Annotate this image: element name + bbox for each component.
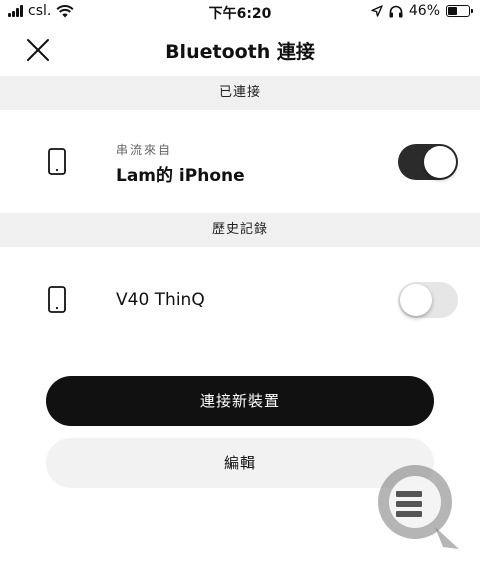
toggle-knob xyxy=(424,146,456,178)
phone-icon xyxy=(48,148,66,175)
connection-toggle[interactable] xyxy=(398,144,458,180)
connect-new-device-button[interactable]: 連接新裝置 xyxy=(46,376,434,426)
status-bar: csl. 下午6:20 46% xyxy=(0,0,480,24)
battery-percent: 46% xyxy=(408,3,440,19)
connection-toggle[interactable] xyxy=(398,282,458,318)
device-name: V40 ThinQ xyxy=(116,290,205,310)
location-arrow-icon xyxy=(371,5,383,17)
chat-bubble-icon[interactable] xyxy=(373,455,463,555)
headphones-icon xyxy=(389,5,403,17)
device-row-history[interactable]: V40 ThinQ xyxy=(0,260,480,340)
toggle-knob xyxy=(400,284,432,316)
header: Bluetooth 連接 xyxy=(0,24,480,76)
phone-icon xyxy=(48,286,66,313)
battery-level-fill xyxy=(448,7,457,15)
battery-icon xyxy=(446,5,473,17)
device-subtitle: 串流來自 xyxy=(116,143,173,157)
device-row-connected[interactable]: 串流來自 Lam的 iPhone xyxy=(0,122,480,202)
section-header-history: 歷史記錄 xyxy=(0,213,480,247)
page-title: Bluetooth 連接 xyxy=(165,41,315,63)
section-header-connected: 已連接 xyxy=(0,76,480,110)
device-name: Lam的 iPhone xyxy=(116,166,245,186)
status-right: 46% xyxy=(371,3,473,19)
